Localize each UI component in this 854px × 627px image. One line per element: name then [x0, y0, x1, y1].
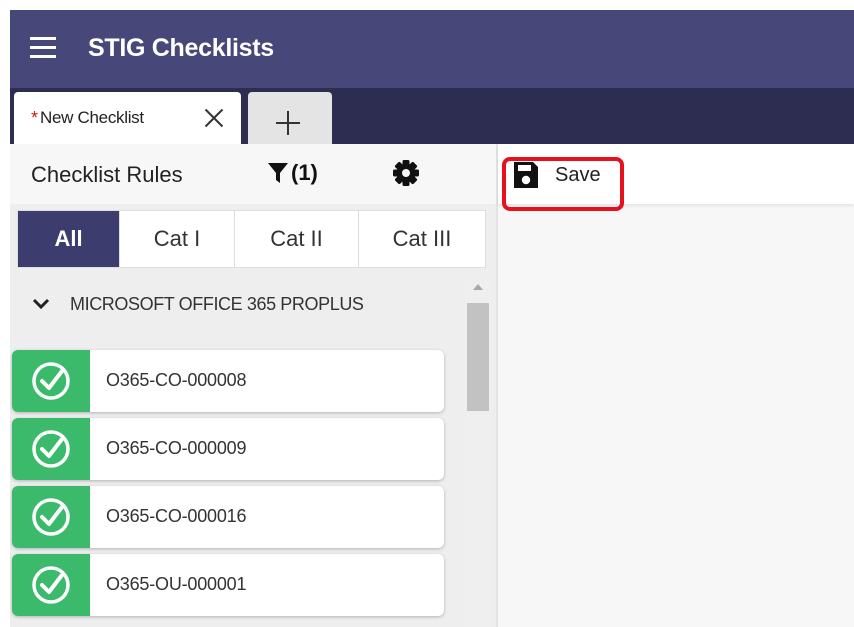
filter-button[interactable]: (1) [267, 158, 318, 188]
hamburger-menu-icon[interactable] [30, 37, 58, 59]
category-tab-cat-iii[interactable]: Cat III [359, 211, 485, 267]
filter-count: (1) [291, 160, 318, 185]
save-highlight-box [502, 157, 624, 211]
category-tabs: All Cat I Cat II Cat III [17, 210, 486, 268]
check-circle-icon [12, 418, 90, 480]
category-tab-cat-ii[interactable]: Cat II [235, 211, 359, 267]
app-header: STIG Checklists [10, 10, 854, 88]
check-circle-icon [12, 554, 90, 616]
panel-divider[interactable] [496, 144, 498, 627]
list-item[interactable]: O365-CO-000016 [12, 486, 444, 548]
chevron-down-icon [32, 295, 50, 313]
scrollbar[interactable] [465, 278, 491, 627]
rule-group-header[interactable]: MICROSOFT OFFICE 365 PROPLUS [10, 274, 464, 334]
app-title: STIG Checklists [88, 34, 274, 62]
rule-id: O365-OU-000001 [106, 574, 247, 594]
check-circle-icon [12, 350, 90, 412]
category-tab-cat-i[interactable]: Cat I [120, 211, 235, 267]
list-item[interactable]: O365-CO-000008 [12, 350, 444, 412]
list-item[interactable]: O365-CO-000009 [12, 418, 444, 480]
tab-bar: * New Checklist [10, 88, 854, 144]
tab-new-checklist[interactable]: * New Checklist [14, 92, 241, 144]
category-tab-all[interactable]: All [18, 211, 120, 267]
panel-title: Checklist Rules [31, 162, 183, 187]
scroll-thumb[interactable] [467, 303, 489, 411]
unsaved-marker: * [31, 107, 39, 128]
close-icon[interactable] [202, 106, 226, 130]
rule-id: O365-CO-000009 [106, 438, 247, 458]
rule-id: O365-CO-000008 [106, 370, 247, 390]
panel-header: Checklist Rules (1) [10, 144, 496, 204]
rule-id: O365-CO-000016 [106, 506, 247, 526]
scroll-up-arrow-icon[interactable] [473, 284, 483, 290]
list-item[interactable]: O365-OU-000001 [12, 554, 444, 616]
rule-group-label: MICROSOFT OFFICE 365 PROPLUS [70, 293, 364, 314]
app-window: STIG Checklists * New Checklist Checklis… [10, 10, 854, 627]
filter-icon [268, 163, 288, 183]
checklist-rules-panel: Checklist Rules (1) All Cat I Cat II Cat… [10, 144, 496, 627]
tab-label: New Checklist [40, 108, 144, 127]
check-circle-icon [12, 486, 90, 548]
gear-icon[interactable] [391, 158, 421, 188]
add-tab-button[interactable] [248, 92, 332, 144]
